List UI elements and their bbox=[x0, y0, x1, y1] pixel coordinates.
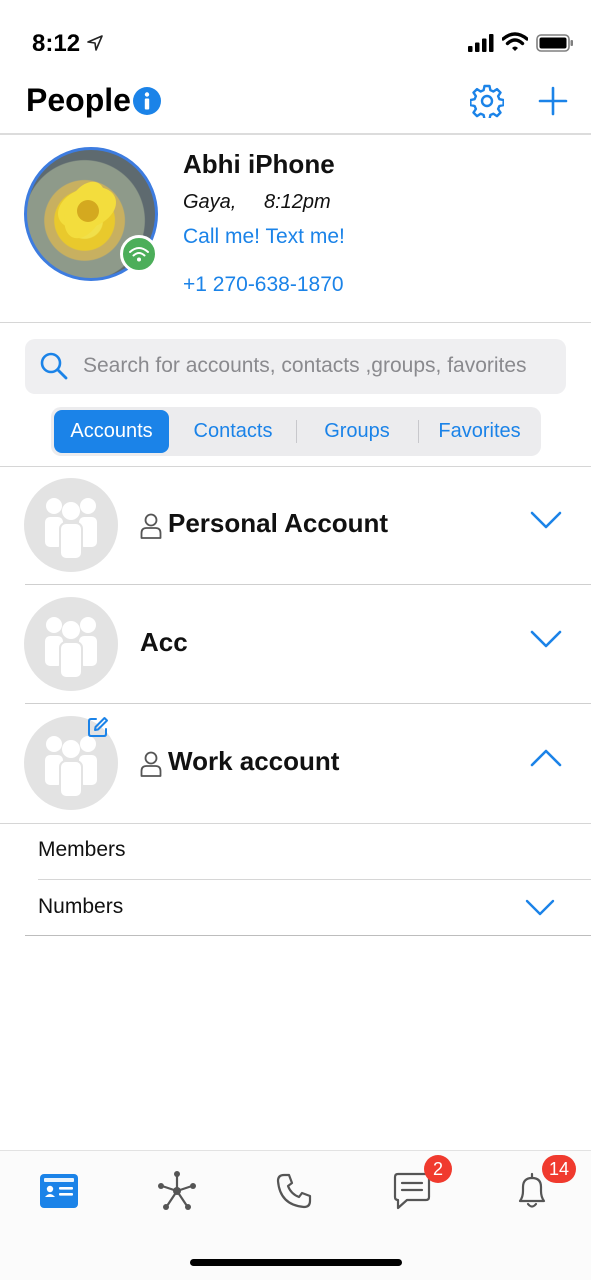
profile-status-message[interactable]: Call me! Text me! bbox=[183, 225, 345, 249]
edit-icon[interactable] bbox=[87, 716, 109, 738]
location-arrow-icon bbox=[87, 35, 103, 51]
tab-people[interactable] bbox=[33, 1165, 85, 1217]
profile-name: Abhi iPhone bbox=[183, 149, 335, 179]
chevron-down-icon[interactable] bbox=[530, 629, 562, 649]
list-end-divider bbox=[25, 935, 591, 936]
segment-divider bbox=[296, 420, 297, 443]
person-outline-icon bbox=[140, 513, 162, 539]
header: People bbox=[0, 80, 591, 134]
segment-favorites[interactable]: Favorites bbox=[421, 410, 538, 453]
search-bar[interactable] bbox=[25, 339, 566, 394]
profile-phone-number[interactable]: +1 270-638-1870 bbox=[183, 273, 344, 297]
segment-groups[interactable]: Groups bbox=[299, 410, 415, 453]
chevron-down-icon[interactable] bbox=[525, 898, 555, 916]
home-indicator[interactable] bbox=[190, 1259, 402, 1266]
wifi-icon bbox=[502, 32, 528, 51]
segment-contacts[interactable]: Contacts bbox=[173, 410, 293, 453]
status-bar: 8:12 bbox=[0, 0, 591, 80]
section-row-numbers[interactable]: Numbers bbox=[0, 880, 591, 937]
segment-accounts[interactable]: Accounts bbox=[54, 410, 169, 453]
section-label: Numbers bbox=[38, 895, 124, 918]
add-plus-icon[interactable] bbox=[536, 84, 570, 118]
messages-badge: 2 bbox=[424, 1155, 452, 1183]
account-row-acc[interactable]: Acc bbox=[0, 585, 591, 704]
group-avatar-icon bbox=[24, 478, 118, 572]
person-outline-icon bbox=[140, 751, 162, 777]
contact-card-icon bbox=[40, 1174, 78, 1208]
segment-divider bbox=[418, 420, 419, 443]
wifi-status-icon bbox=[129, 247, 149, 262]
profile-divider bbox=[0, 322, 591, 323]
cellular-signal-icon bbox=[468, 34, 494, 52]
search-input[interactable] bbox=[83, 347, 561, 385]
notifications-badge: 14 bbox=[542, 1155, 577, 1183]
search-icon bbox=[40, 352, 68, 380]
chevron-up-icon[interactable] bbox=[530, 748, 562, 768]
section-row-members[interactable]: Members bbox=[0, 823, 591, 880]
account-name: Acc bbox=[140, 627, 188, 657]
battery-icon bbox=[536, 34, 573, 52]
tab-hub[interactable] bbox=[151, 1165, 203, 1217]
chevron-down-icon[interactable] bbox=[530, 510, 562, 530]
status-time: 8:12 bbox=[32, 30, 81, 57]
profile-location: Gaya, bbox=[183, 191, 237, 213]
my-profile-card[interactable]: Abhi iPhone Gaya, 8:12pm Call me! Text m… bbox=[0, 135, 591, 323]
view-segmented-control: Accounts Contacts Groups Favorites bbox=[51, 407, 541, 456]
profile-local-time: 8:12pm bbox=[264, 191, 331, 213]
account-name: Personal Account bbox=[168, 508, 389, 538]
tab-calls[interactable] bbox=[268, 1165, 320, 1217]
settings-gear-icon[interactable] bbox=[470, 84, 504, 118]
account-row-personal[interactable]: Personal Account bbox=[0, 466, 591, 585]
hub-network-icon bbox=[158, 1171, 196, 1210]
section-label: Members bbox=[38, 838, 126, 861]
page-title: People bbox=[26, 82, 131, 118]
phone-icon bbox=[276, 1173, 312, 1209]
group-avatar-icon bbox=[24, 597, 118, 691]
account-name: Work account bbox=[168, 746, 340, 776]
info-icon[interactable] bbox=[132, 86, 162, 116]
online-status-badge bbox=[120, 235, 158, 273]
